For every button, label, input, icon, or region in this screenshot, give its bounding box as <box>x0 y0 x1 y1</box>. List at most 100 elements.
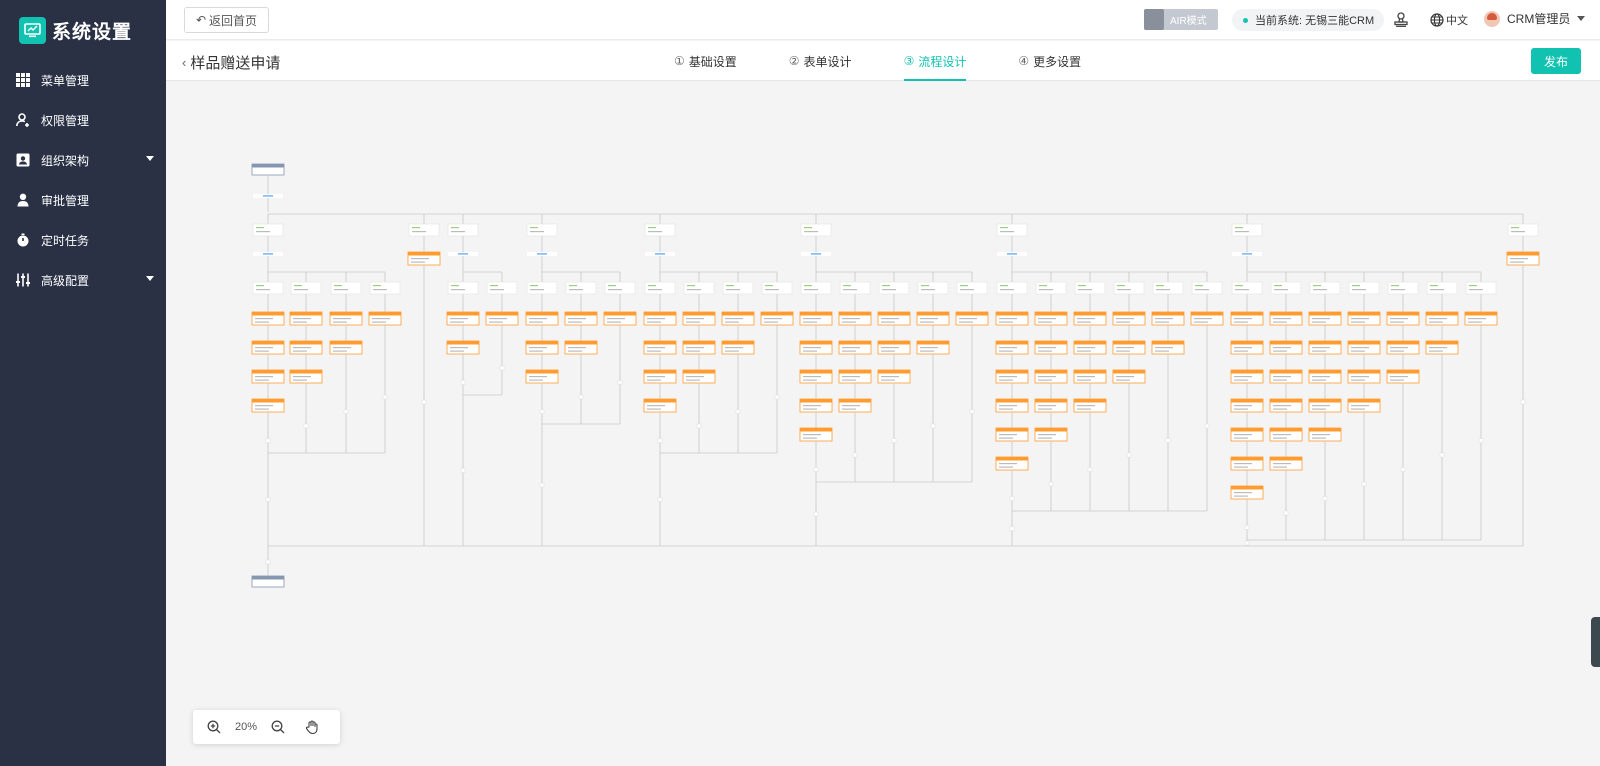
condition-node[interactable] <box>369 281 401 295</box>
node-text-placeholder[interactable] <box>1273 434 1291 436</box>
node-text-placeholder[interactable] <box>1234 434 1252 436</box>
node-text-placeholder[interactable] <box>960 289 974 291</box>
add-node-button[interactable] <box>1204 423 1210 429</box>
node-text-placeholder[interactable] <box>1234 495 1248 497</box>
condition-node[interactable] <box>526 223 558 237</box>
approval-node-header[interactable] <box>1035 428 1067 432</box>
language-selector[interactable]: 中文 <box>1430 12 1468 28</box>
node-text-placeholder[interactable] <box>1312 437 1326 439</box>
zoom-out-icon[interactable] <box>271 720 285 734</box>
node-text-placeholder[interactable] <box>959 318 977 320</box>
node-text-placeholder[interactable] <box>1116 318 1134 320</box>
add-node-button[interactable] <box>460 468 466 473</box>
node-text-placeholder[interactable] <box>372 318 390 320</box>
condition-node[interactable] <box>1507 223 1539 237</box>
node-text-placeholder[interactable] <box>293 376 311 378</box>
approval-node-header[interactable] <box>252 312 284 316</box>
approval-node-header[interactable] <box>290 370 322 374</box>
sidebar-item-menu[interactable]: 菜单管理 <box>0 60 166 100</box>
add-node-button[interactable] <box>1244 525 1250 530</box>
node-text-placeholder[interactable] <box>1429 321 1443 323</box>
node-text-placeholder[interactable] <box>490 289 504 291</box>
node-text-placeholder[interactable] <box>1156 285 1164 287</box>
node-text-placeholder[interactable] <box>921 285 929 287</box>
node-text-placeholder[interactable] <box>999 350 1013 352</box>
node-text-placeholder[interactable] <box>1234 492 1252 494</box>
node-text-placeholder[interactable] <box>294 289 308 291</box>
node-text-placeholder[interactable] <box>451 285 459 287</box>
node-text-placeholder[interactable] <box>1039 285 1047 287</box>
add-node-button[interactable] <box>303 423 309 429</box>
node-text-placeholder[interactable] <box>686 318 704 320</box>
condition-node[interactable] <box>1191 281 1223 295</box>
node-text-placeholder[interactable] <box>1390 318 1408 320</box>
sidebar-item-timer[interactable]: 定时任务 <box>0 220 166 260</box>
node-text-placeholder[interactable] <box>1390 347 1408 349</box>
node-text-placeholder[interactable] <box>373 285 381 287</box>
condition-node[interactable] <box>1113 281 1145 295</box>
add-node-button[interactable] <box>891 438 897 443</box>
approval-node-header[interactable] <box>330 312 362 316</box>
node-text-placeholder[interactable] <box>255 405 273 407</box>
node-text-placeholder[interactable] <box>608 289 622 291</box>
add-node-button[interactable] <box>813 467 819 472</box>
node-text-placeholder[interactable] <box>842 350 856 352</box>
add-node-button[interactable] <box>1165 438 1171 443</box>
approval-node-header[interactable] <box>996 370 1028 374</box>
node-text-placeholder[interactable] <box>333 347 351 349</box>
condition-node[interactable] <box>565 281 597 295</box>
node-text-placeholder[interactable] <box>1194 321 1208 323</box>
condition-node[interactable] <box>761 281 793 295</box>
node-text-placeholder[interactable] <box>1429 318 1447 320</box>
node-text-placeholder[interactable] <box>1235 289 1249 291</box>
add-node-button[interactable] <box>735 409 741 414</box>
node-text-placeholder[interactable] <box>999 376 1017 378</box>
node-text-placeholder[interactable] <box>1000 231 1014 233</box>
approval-node-header[interactable] <box>996 399 1028 403</box>
current-system-selector[interactable]: 当前系统: 无锡三能CRM <box>1232 9 1385 31</box>
approval-node-header[interactable] <box>683 370 715 374</box>
condition-node[interactable] <box>486 281 518 295</box>
condition-node[interactable] <box>644 281 676 295</box>
approval-node-header[interactable] <box>800 312 832 316</box>
node-text-placeholder[interactable] <box>803 379 817 381</box>
node-text-placeholder[interactable] <box>999 466 1013 468</box>
node-text-placeholder[interactable] <box>999 437 1013 439</box>
node-text-placeholder[interactable] <box>881 318 899 320</box>
node-text-placeholder[interactable] <box>293 347 311 349</box>
approval-node-header[interactable] <box>1270 370 1302 374</box>
node-text-placeholder[interactable] <box>1351 379 1365 381</box>
node-text-placeholder[interactable] <box>842 408 856 410</box>
sidebar-item-org[interactable]: 组织架构 <box>0 140 166 180</box>
node-text-placeholder[interactable] <box>687 289 701 291</box>
node-text-placeholder[interactable] <box>1312 347 1330 349</box>
node-text-placeholder[interactable] <box>803 408 817 410</box>
node-text-placeholder[interactable] <box>648 227 656 229</box>
node-text-placeholder[interactable] <box>1195 289 1209 291</box>
node-text-placeholder[interactable] <box>1000 289 1014 291</box>
add-node-button[interactable] <box>1126 452 1132 458</box>
page-title[interactable]: ‹ 样品赠送申请 <box>182 52 280 73</box>
node-text-placeholder[interactable] <box>1273 347 1291 349</box>
node-text-placeholder[interactable] <box>920 318 938 320</box>
condition-node[interactable] <box>917 281 949 295</box>
node-text-placeholder[interactable] <box>1352 289 1366 291</box>
node-text-placeholder[interactable] <box>451 227 459 229</box>
node-text-placeholder[interactable] <box>1274 285 1282 287</box>
node-text-placeholder[interactable] <box>569 289 583 291</box>
node-text-placeholder[interactable] <box>1038 437 1052 439</box>
node-text-placeholder[interactable] <box>1077 376 1095 378</box>
node-text-placeholder[interactable] <box>725 318 743 320</box>
approval-node-header[interactable] <box>1507 252 1539 256</box>
node-text-placeholder[interactable] <box>647 350 661 352</box>
node-text-placeholder[interactable] <box>999 434 1017 436</box>
condition-node[interactable] <box>1231 223 1263 237</box>
node-text-placeholder[interactable] <box>489 321 503 323</box>
node-text-placeholder[interactable] <box>1116 347 1134 349</box>
node-text-placeholder[interactable] <box>1468 318 1486 320</box>
node-text-placeholder[interactable] <box>1351 408 1365 410</box>
condition-node[interactable] <box>1152 281 1184 295</box>
node-text-placeholder[interactable] <box>1038 321 1052 323</box>
node-text-placeholder[interactable] <box>255 379 269 381</box>
approval-node-header[interactable] <box>917 312 949 316</box>
